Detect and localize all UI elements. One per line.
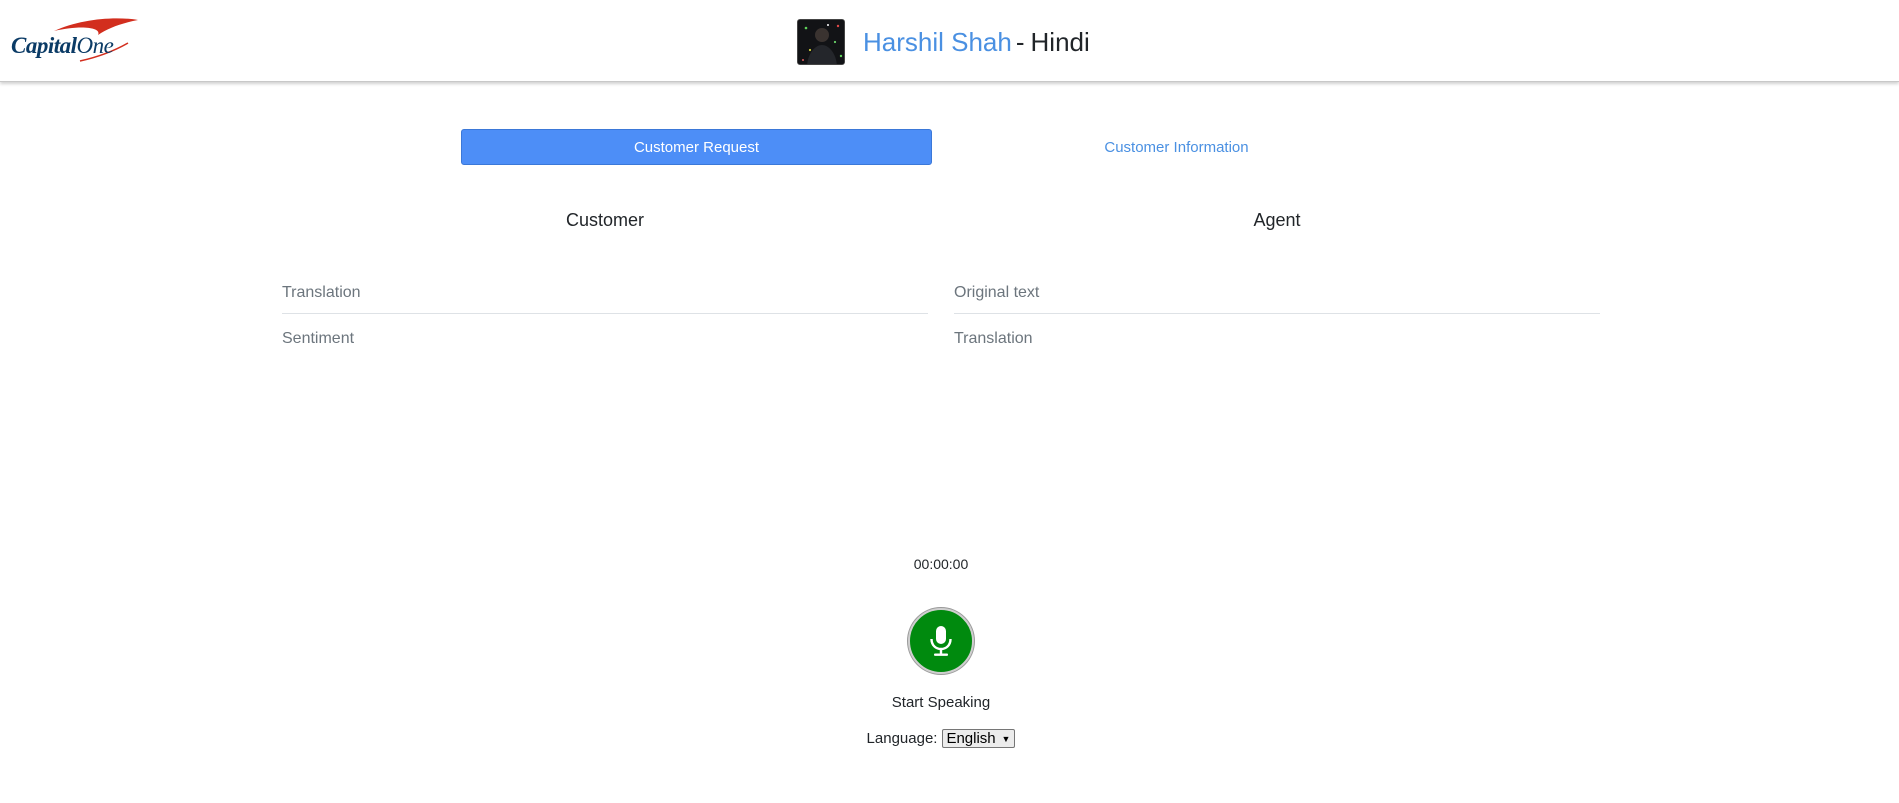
agent-translation-field: Translation xyxy=(954,330,1033,347)
language-label: Language: xyxy=(866,730,938,747)
language-row: Language: English ▼ xyxy=(0,729,1882,748)
agent-original-text-field: Original text xyxy=(954,272,1600,314)
dropdown-arrow-icon: ▼ xyxy=(1001,733,1011,744)
logo-wordmark: CapitalOne xyxy=(11,33,114,59)
recording-timer: 00:00:00 xyxy=(913,556,969,572)
customer-heading: Customer xyxy=(565,210,645,230)
customer-avatar xyxy=(797,19,845,65)
capital-one-logo[interactable]: CapitalOne xyxy=(10,17,140,65)
avatar-image-icon xyxy=(798,20,844,64)
customer-language: Hindi xyxy=(1030,26,1090,57)
microphone-icon xyxy=(930,626,952,656)
start-speaking-label: Start Speaking xyxy=(891,694,991,711)
customer-name[interactable]: Harshil Shah xyxy=(863,27,1012,58)
language-select[interactable]: English ▼ xyxy=(942,729,1016,748)
customer-sentiment-field: Sentiment xyxy=(282,330,355,347)
tab-customer-request[interactable]: Customer Request xyxy=(461,129,932,165)
customer-translation-field: Translation xyxy=(282,272,928,314)
logo-text-light: One xyxy=(76,33,114,58)
agent-heading: Agent xyxy=(1253,210,1301,230)
tab-customer-information[interactable]: Customer Information xyxy=(941,129,1412,165)
customer-title: Harshil Shah - Hindi xyxy=(797,19,1090,65)
start-speaking-button[interactable] xyxy=(908,608,974,674)
title-separator: - xyxy=(1015,26,1025,57)
top-header: CapitalOne Harshil Shah - Hindi xyxy=(0,0,1899,82)
logo-text-bold: Capital xyxy=(11,33,77,58)
language-selected-value: English xyxy=(946,730,996,747)
